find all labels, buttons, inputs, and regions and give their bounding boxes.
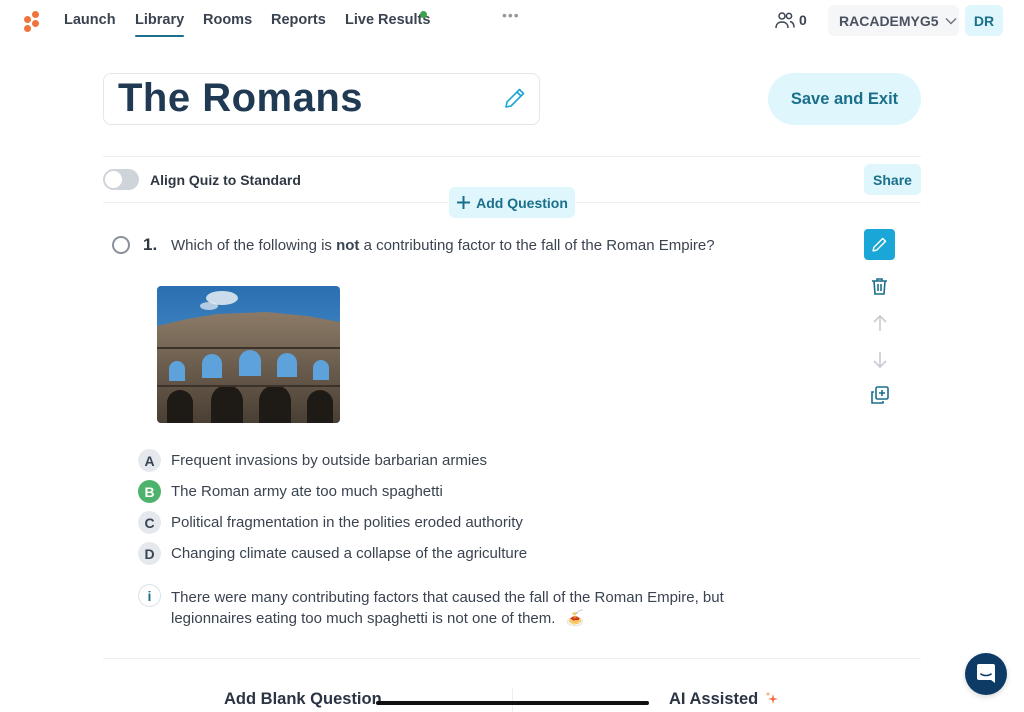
pencil-icon — [872, 237, 887, 252]
colosseum-image — [157, 286, 340, 423]
option-letter: A — [138, 449, 161, 472]
option-letter: C — [138, 511, 161, 534]
nav-launch[interactable]: Launch — [64, 12, 116, 28]
toggle-knob — [105, 171, 122, 188]
ai-assisted-label: AI Assisted — [669, 690, 759, 708]
share-button[interactable]: Share — [864, 164, 921, 195]
question-number: 1. — [143, 235, 158, 254]
option-letter: B — [138, 480, 161, 503]
more-menu-icon[interactable]: ••• — [502, 7, 520, 23]
option-text: Political fragmentation in the polities … — [171, 514, 523, 531]
scroll-indicator-bar — [376, 701, 649, 705]
question-text-part: a contributing factor to the fall of the… — [359, 237, 715, 254]
users-icon — [775, 12, 795, 29]
add-question-button[interactable]: Add Question — [449, 187, 575, 218]
info-icon: i — [138, 584, 161, 607]
option-letter: D — [138, 542, 161, 565]
student-count: 0 — [799, 12, 807, 28]
trash-icon — [872, 277, 887, 295]
save-and-exit-button[interactable]: Save and Exit — [768, 73, 921, 125]
divider — [103, 658, 921, 659]
arrow-up-icon — [872, 314, 887, 331]
live-indicator-dot — [420, 11, 427, 18]
quiz-title: The Romans — [118, 76, 364, 120]
class-selector[interactable]: RACADEMYG5 — [828, 5, 959, 36]
option-text: Changing climate caused a collapse of th… — [171, 545, 528, 562]
quiz-title-field[interactable]: The Romans — [103, 73, 540, 125]
nav-reports[interactable]: Reports — [271, 12, 326, 28]
question-select-radio[interactable] — [112, 236, 130, 254]
add-question-label: Add Question — [476, 194, 568, 211]
move-up-button[interactable] — [864, 307, 895, 338]
question-image — [157, 286, 340, 423]
duplicate-question-button[interactable] — [864, 380, 895, 411]
option-text: Frequent invasions by outside barbarian … — [171, 452, 488, 469]
question-text-emphasis: not — [336, 237, 360, 254]
chat-icon — [977, 664, 995, 683]
ai-assisted-button[interactable]: AI Assisted — [669, 690, 779, 709]
align-standard-label: Align Quiz to Standard — [150, 172, 301, 188]
nav-library[interactable]: Library — [135, 12, 185, 37]
question-text-part: Which of the following is — [171, 237, 337, 254]
chevron-down-icon — [945, 17, 957, 24]
option-text: The Roman army ate too much spaghetti — [171, 483, 443, 500]
spaghetti-emoji-icon: 🍝 — [565, 610, 585, 627]
align-standard-toggle[interactable] — [103, 169, 139, 190]
divider — [103, 156, 921, 157]
support-chat-button[interactable] — [965, 653, 1007, 695]
footer-separator — [512, 688, 513, 712]
nav-live-results[interactable]: Live Results — [345, 12, 430, 28]
explanation-body: There were many contributing factors tha… — [171, 589, 724, 627]
duplicate-icon — [871, 386, 889, 404]
move-down-button[interactable] — [864, 344, 895, 375]
top-nav: Launch Library Rooms Reports Live Result… — [0, 0, 1024, 42]
sparkle-icon — [765, 691, 778, 704]
arrow-down-icon — [872, 351, 887, 368]
plus-icon — [457, 196, 471, 209]
nav-rooms[interactable]: Rooms — [203, 12, 252, 28]
question-text: Which of the following is not a contribu… — [171, 237, 715, 254]
user-avatar[interactable]: DR — [965, 5, 1003, 36]
class-name: RACADEMYG5 — [839, 12, 939, 29]
students-counter[interactable]: 0 — [775, 11, 807, 29]
delete-question-button[interactable] — [864, 270, 895, 301]
pencil-icon[interactable] — [503, 86, 527, 110]
app-logo[interactable] — [21, 9, 41, 33]
explanation-text: There were many contributing factors tha… — [171, 587, 751, 629]
add-blank-question-button[interactable]: Add Blank Question — [224, 690, 382, 709]
edit-question-button[interactable] — [864, 229, 895, 260]
